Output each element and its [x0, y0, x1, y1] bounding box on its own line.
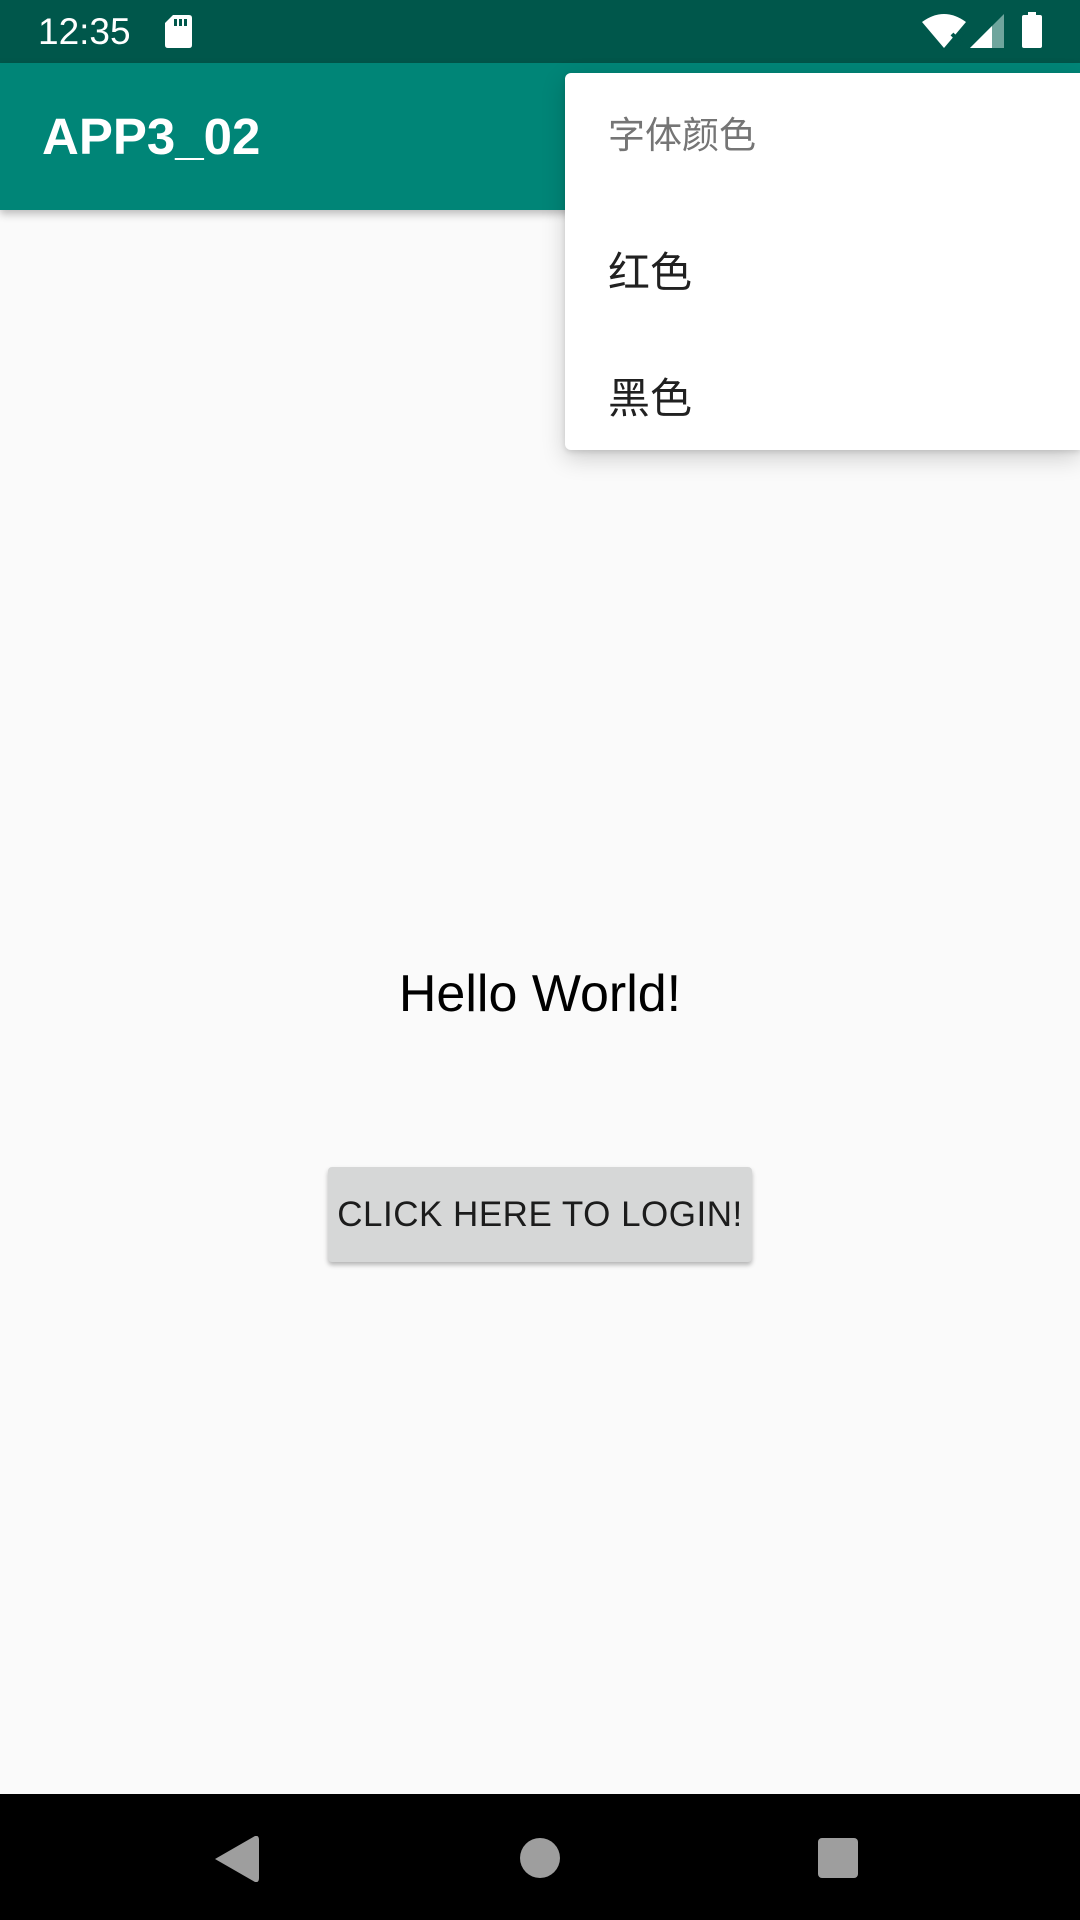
menu-item-label: 黑色 — [608, 374, 693, 423]
font-color-menu: 字体颜色 红色 黑色 — [565, 73, 1080, 450]
menu-item-label: 红色 — [608, 248, 693, 297]
home-icon[interactable] — [520, 1838, 560, 1878]
app-title: APP3_02 — [42, 108, 261, 165]
status-time: 12:35 — [38, 11, 131, 52]
recents-icon[interactable] — [818, 1838, 858, 1878]
status-bar: 12:35 — [0, 0, 1080, 63]
battery-icon — [1022, 12, 1042, 48]
menu-item-red[interactable]: 红色 — [565, 209, 1080, 335]
wifi-icon — [922, 14, 966, 48]
back-icon[interactable] — [215, 1836, 259, 1882]
login-button[interactable]: CLICK HERE TO LOGIN! — [328, 1167, 752, 1262]
navigation-bar — [0, 1794, 1080, 1920]
menu-item-black[interactable]: 黑色 — [565, 335, 1080, 461]
menu-header: 字体颜色 — [608, 114, 756, 157]
sd-card-icon — [165, 15, 192, 48]
hello-text: Hello World! — [398, 965, 682, 1023]
cell-signal-icon — [970, 14, 1004, 48]
screen: 12:35 APP3_02 Hello World! CLICK HERE TO… — [0, 0, 1080, 1920]
